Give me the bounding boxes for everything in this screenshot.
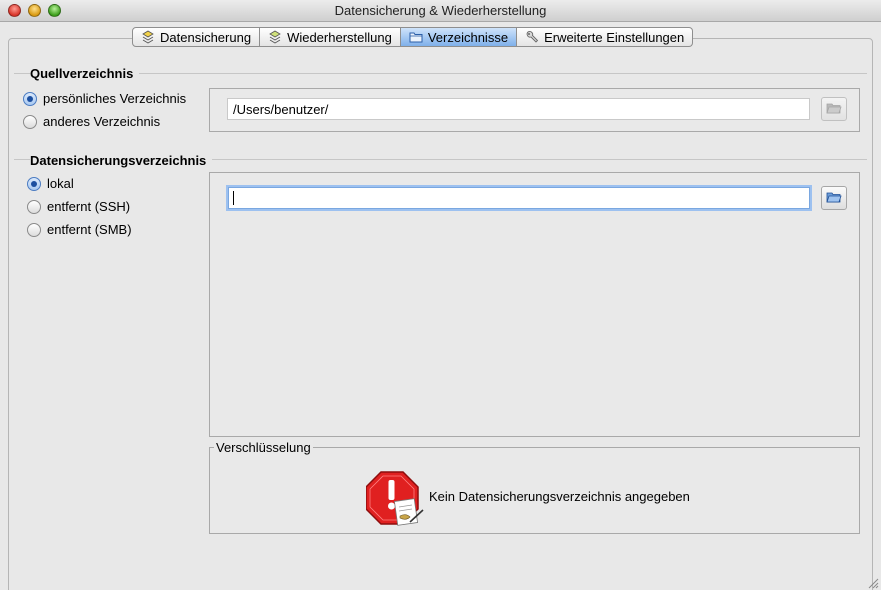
radio-button[interactable]	[23, 91, 37, 106]
radio-label: anderes Verzeichnis	[43, 114, 161, 129]
tab-verzeichnisse[interactable]: Verzeichnisse	[400, 27, 518, 47]
tab-label: Erweiterte Einstellungen	[544, 29, 685, 45]
divider	[14, 73, 867, 74]
tab-bar: Datensicherung Wiederherstellung Verzeic…	[132, 27, 694, 47]
radio-button[interactable]	[23, 114, 37, 129]
radio-remote-smb[interactable]: entfernt (SMB)	[27, 222, 132, 237]
destination-panel	[209, 172, 860, 437]
tab-label: Verzeichnisse	[427, 29, 509, 45]
window-content: Datensicherung Wiederherstellung Verzeic…	[0, 22, 881, 590]
radio-button[interactable]	[27, 199, 41, 214]
folder-icon	[409, 30, 423, 44]
radio-remote-ssh[interactable]: entfernt (SSH)	[27, 199, 130, 214]
tab-datensicherung[interactable]: Datensicherung	[132, 27, 261, 47]
backup-icon	[141, 30, 155, 44]
source-heading: Quellverzeichnis	[30, 66, 140, 81]
encryption-status-message: Kein Datensicherungsverzeichnis angegebe…	[429, 489, 690, 504]
text-cursor	[233, 191, 234, 205]
radio-personal-directory[interactable]: persönliches Verzeichnis	[23, 91, 186, 106]
radio-other-directory[interactable]: anderes Verzeichnis	[23, 114, 160, 129]
radio-button[interactable]	[27, 176, 41, 191]
title-bar: Datensicherung & Wiederherstellung	[0, 0, 881, 22]
radio-label: entfernt (SSH)	[47, 199, 131, 214]
browse-source-button[interactable]	[821, 97, 847, 121]
destination-path-input[interactable]	[228, 187, 810, 209]
radio-label: lokal	[47, 176, 74, 191]
resize-grip[interactable]	[868, 577, 879, 589]
tab-label: Wiederherstellung	[287, 29, 392, 45]
restore-icon	[268, 30, 282, 44]
tab-wiederherstellung[interactable]: Wiederherstellung	[260, 27, 401, 47]
radio-button[interactable]	[27, 222, 41, 237]
tab-label: Datensicherung	[160, 29, 252, 45]
browse-destination-button[interactable]	[821, 186, 847, 210]
radio-label: persönliches Verzeichnis	[43, 91, 187, 106]
radio-label: entfernt (SMB)	[47, 222, 132, 237]
folder-open-icon	[826, 101, 842, 118]
source-path-field: /Users/benutzer/	[227, 98, 810, 120]
tab-erweiterte-einstellungen[interactable]: Erweiterte Einstellungen	[517, 27, 694, 47]
window-title: Datensicherung & Wiederherstellung	[334, 3, 547, 18]
radio-local[interactable]: lokal	[27, 176, 74, 191]
wrench-icon	[525, 30, 539, 44]
folder-open-icon	[826, 190, 842, 207]
encryption-title: Verschlüsselung	[214, 440, 313, 455]
warning-icon	[365, 470, 424, 526]
destination-heading: Datensicherungsverzeichnis	[30, 153, 213, 168]
